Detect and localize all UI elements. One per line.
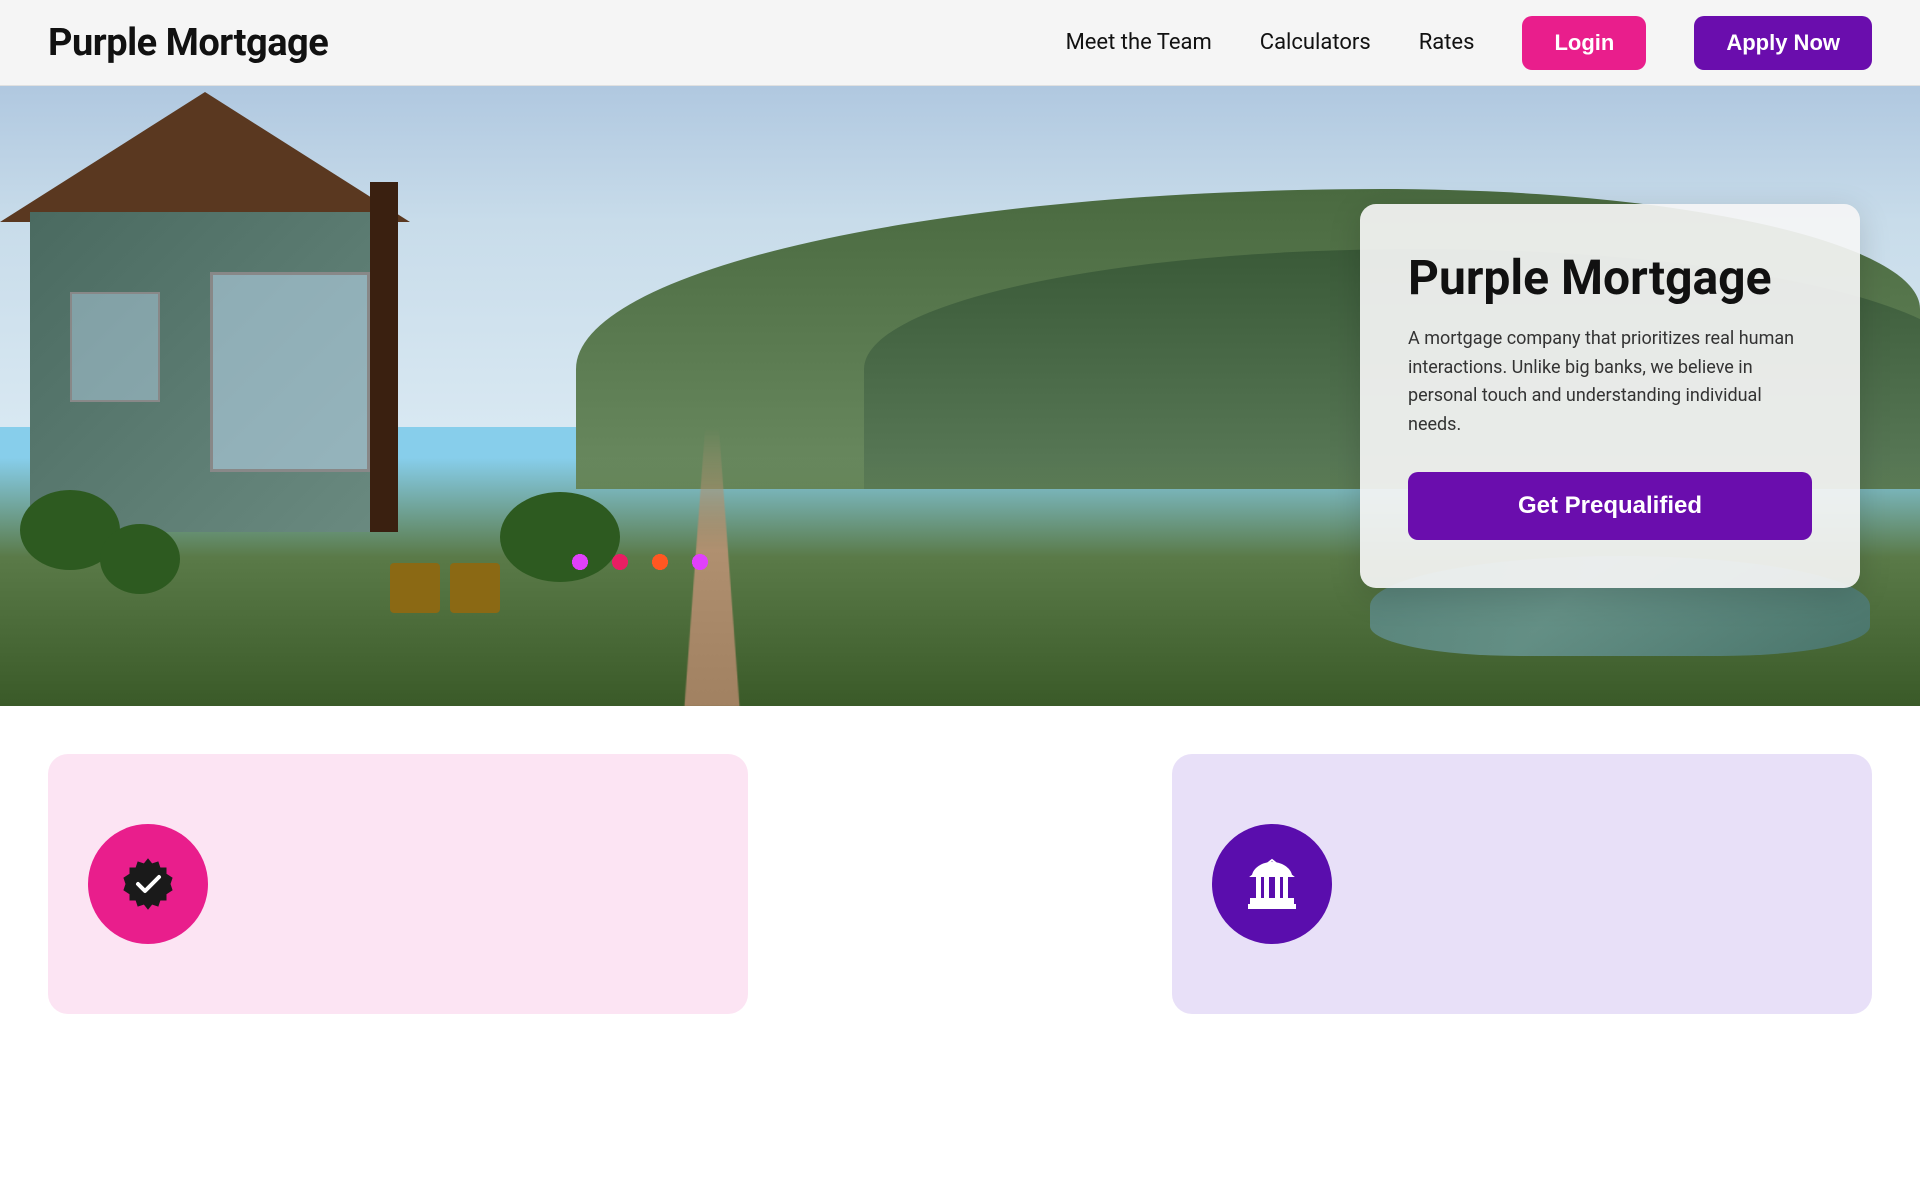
garden-flowers bbox=[540, 542, 740, 582]
card-purple-icon-circle bbox=[1212, 824, 1332, 944]
cards-section bbox=[0, 706, 1920, 1014]
house-large-window bbox=[210, 272, 370, 472]
nav-calculators[interactable]: Calculators bbox=[1260, 30, 1371, 55]
check-badge-icon bbox=[118, 854, 178, 914]
chair-1 bbox=[390, 563, 440, 613]
house-pillar bbox=[370, 182, 398, 532]
nav: Meet the Team Calculators Rates Login Ap… bbox=[1066, 16, 1872, 70]
shrub-2 bbox=[100, 524, 180, 594]
login-button[interactable]: Login bbox=[1522, 16, 1646, 70]
card-purple bbox=[1172, 754, 1872, 1014]
hero-card: Purple Mortgage A mortgage company that … bbox=[1360, 204, 1860, 588]
logo: Purple Mortgage bbox=[48, 21, 328, 65]
chair-2 bbox=[450, 563, 500, 613]
bank-building-icon bbox=[1242, 854, 1302, 914]
hero-section: Purple Mortgage A mortgage company that … bbox=[0, 86, 1920, 706]
nav-meet-team[interactable]: Meet the Team bbox=[1066, 30, 1212, 55]
apply-now-button[interactable]: Apply Now bbox=[1694, 16, 1872, 70]
nav-rates[interactable]: Rates bbox=[1419, 30, 1475, 55]
card-pink bbox=[48, 754, 748, 1014]
header: Purple Mortgage Meet the Team Calculator… bbox=[0, 0, 1920, 86]
house-roof bbox=[0, 92, 410, 222]
house-door-window bbox=[70, 292, 160, 402]
hero-title: Purple Mortgage bbox=[1408, 252, 1812, 305]
get-prequalified-button[interactable]: Get Prequalified bbox=[1408, 472, 1812, 540]
card-pink-icon-circle bbox=[88, 824, 208, 944]
house-wall bbox=[30, 212, 380, 532]
hero-description: A mortgage company that prioritizes real… bbox=[1408, 325, 1812, 440]
house bbox=[0, 112, 500, 532]
